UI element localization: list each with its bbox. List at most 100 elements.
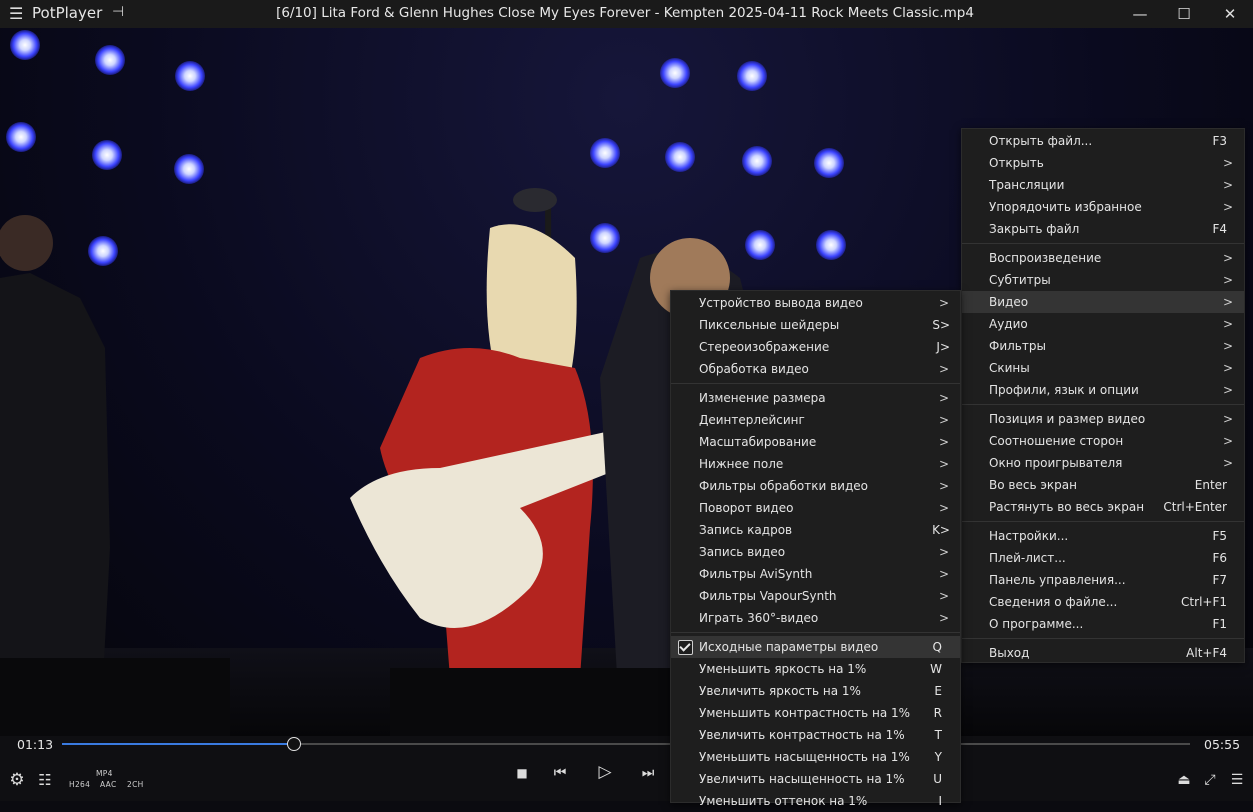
menu-item[interactable]: Упорядочить избранное > bbox=[962, 196, 1244, 218]
menu-item[interactable]: Скины > bbox=[962, 357, 1244, 379]
fullscreen-icon[interactable]: ⤢ bbox=[1201, 771, 1219, 789]
settings-gear-icon[interactable]: ⚙ bbox=[8, 771, 26, 789]
menu-item-label: Трансляции bbox=[989, 178, 1065, 192]
submenu-item-label: Увеличить яркость на 1% bbox=[699, 684, 861, 698]
menu-item-label: Профили, язык и опции bbox=[989, 383, 1139, 397]
menu-icon[interactable]: ☰ bbox=[9, 5, 27, 23]
menu-item[interactable]: О программе... F1 bbox=[962, 613, 1244, 635]
submenu-item[interactable]: Фильтры VapourSynth > bbox=[671, 585, 960, 607]
menu-item[interactable]: Окно проигрывателя > bbox=[962, 452, 1244, 474]
submenu-item[interactable]: Нижнее поле > bbox=[671, 453, 960, 475]
menu-item[interactable]: Выход Alt+F4 bbox=[962, 642, 1244, 664]
submenu-item-label: Стереоизображение bbox=[699, 340, 830, 354]
submenu-item[interactable]: Запись видео > bbox=[671, 541, 960, 563]
submenu-item-label: Уменьшить яркость на 1% bbox=[699, 662, 867, 676]
menu-item[interactable]: Открыть файл... F3 bbox=[962, 130, 1244, 152]
next-icon[interactable]: ⏭ bbox=[639, 764, 657, 782]
format-video: H264 bbox=[69, 780, 91, 789]
menu-item-shortcut: Alt+F4 bbox=[1186, 646, 1227, 660]
submenu-arrow-icon: > bbox=[1222, 273, 1233, 287]
maximize-button[interactable]: ☐ bbox=[1174, 4, 1194, 24]
menu-separator bbox=[962, 243, 1244, 244]
app-name[interactable]: PotPlayer bbox=[32, 4, 102, 22]
submenu-item[interactable]: Уменьшить контрастность на 1% R bbox=[671, 702, 960, 724]
menu-item[interactable]: Профили, язык и опции > bbox=[962, 379, 1244, 401]
seek-handle[interactable] bbox=[286, 737, 301, 751]
submenu-arrow-icon: > bbox=[1222, 295, 1233, 309]
playlist-icon[interactable]: ☰ bbox=[1228, 771, 1246, 789]
menu-item-label: Панель управления... bbox=[989, 573, 1126, 587]
menu-item[interactable]: Растянуть во весь экран Ctrl+Enter bbox=[962, 496, 1244, 518]
menu-item-label: Растянуть во весь экран bbox=[989, 500, 1145, 514]
submenu-item[interactable]: Деинтерлейсинг > bbox=[671, 409, 960, 431]
minimize-button[interactable]: — bbox=[1130, 4, 1150, 24]
video-submenu: Устройство вывода видео > Пиксельные шейде… bbox=[670, 290, 961, 808]
pin-icon[interactable]: ⊣ bbox=[112, 4, 124, 20]
control-bar bbox=[0, 736, 1253, 801]
submenu-arrow-icon: > bbox=[938, 589, 949, 603]
menu-item-label: Упорядочить избранное bbox=[989, 200, 1142, 214]
submenu-item-label: Фильтры VapourSynth bbox=[699, 589, 837, 603]
submenu-item[interactable]: Уменьшить яркость на 1% W bbox=[671, 658, 960, 680]
equalizer-icon[interactable]: ☷ bbox=[36, 771, 54, 789]
menu-item-label: Закрыть файл bbox=[989, 222, 1080, 236]
submenu-item[interactable]: Поворот видео > bbox=[671, 497, 960, 519]
submenu-item-label: Поворот видео bbox=[699, 501, 794, 515]
menu-item-label: Соотношение сторон bbox=[989, 434, 1124, 448]
submenu-item[interactable]: Увеличить насыщенность на 1% U bbox=[671, 768, 960, 790]
menu-item-label: Плей-лист... bbox=[989, 551, 1066, 565]
menu-item[interactable]: Субтитры > bbox=[962, 269, 1244, 291]
menu-item[interactable]: Закрыть файл F4 bbox=[962, 218, 1244, 240]
submenu-item[interactable]: Увеличить яркость на 1% E bbox=[671, 680, 960, 702]
submenu-item[interactable]: Уменьшить насыщенность на 1% Y bbox=[671, 746, 960, 768]
submenu-item[interactable]: Изменение размера > bbox=[671, 387, 960, 409]
submenu-arrow-icon: > bbox=[1222, 456, 1233, 470]
menu-item-label: Позиция и размер видео bbox=[989, 412, 1146, 426]
submenu-arrow-icon: > bbox=[938, 296, 949, 310]
menu-item[interactable]: Позиция и размер видео > bbox=[962, 408, 1244, 430]
submenu-item-shortcut: Y bbox=[934, 750, 942, 764]
eject-icon[interactable]: ⏏ bbox=[1175, 771, 1193, 789]
submenu-arrow-icon: > bbox=[938, 391, 949, 405]
menu-separator bbox=[671, 632, 960, 633]
submenu-item[interactable]: Обработка видео > bbox=[671, 358, 960, 380]
submenu-item[interactable]: Уменьшить оттенок на 1% I bbox=[671, 790, 960, 812]
submenu-item-label: Устройство вывода видео bbox=[699, 296, 863, 310]
menu-item[interactable]: Плей-лист... F6 bbox=[962, 547, 1244, 569]
menu-item-shortcut: F7 bbox=[1212, 573, 1227, 587]
format-channels: 2CH bbox=[127, 780, 144, 789]
menu-item[interactable]: Настройки... F5 bbox=[962, 525, 1244, 547]
menu-item[interactable]: Трансляции > bbox=[962, 174, 1244, 196]
previous-icon[interactable]: ⏮ bbox=[551, 764, 569, 782]
menu-item[interactable]: Соотношение сторон > bbox=[962, 430, 1244, 452]
submenu-item[interactable]: Фильтры обработки видео > bbox=[671, 475, 960, 497]
submenu-item-label: Уменьшить контрастность на 1% bbox=[699, 706, 911, 720]
seek-progress bbox=[62, 743, 294, 745]
submenu-item-label: Уменьшить оттенок на 1% bbox=[699, 794, 868, 808]
submenu-item-label: Деинтерлейсинг bbox=[699, 413, 805, 427]
submenu-item[interactable]: Масштабирование > bbox=[671, 431, 960, 453]
close-button[interactable]: ✕ bbox=[1220, 4, 1240, 24]
menu-item[interactable]: Фильтры > bbox=[962, 335, 1244, 357]
menu-item[interactable]: Видео > bbox=[962, 291, 1244, 313]
menu-item-shortcut: F1 bbox=[1212, 617, 1227, 631]
submenu-item-label: Фильтры AviSynth bbox=[699, 567, 813, 581]
menu-item[interactable]: Сведения о файле... Ctrl+F1 bbox=[962, 591, 1244, 613]
submenu-item[interactable]: Увеличить контрастность на 1% T bbox=[671, 724, 960, 746]
menu-item[interactable]: Воспроизведение > bbox=[962, 247, 1244, 269]
play-icon[interactable]: ▷ bbox=[595, 763, 615, 781]
submenu-item[interactable]: Пиксельные шейдеры S> bbox=[671, 314, 960, 336]
menu-item-label: Сведения о файле... bbox=[989, 595, 1118, 609]
submenu-item[interactable]: Запись кадров K> bbox=[671, 519, 960, 541]
menu-item[interactable]: Панель управления... F7 bbox=[962, 569, 1244, 591]
submenu-item[interactable]: Исходные параметры видео Q bbox=[671, 636, 960, 658]
submenu-item[interactable]: Фильтры AviSynth > bbox=[671, 563, 960, 585]
menu-item[interactable]: Аудио > bbox=[962, 313, 1244, 335]
menu-item[interactable]: Открыть > bbox=[962, 152, 1244, 174]
submenu-item[interactable]: Устройство вывода видео > bbox=[671, 292, 960, 314]
menu-item[interactable]: Во весь экран Enter bbox=[962, 474, 1244, 496]
submenu-item[interactable]: Играть 360°-видео > bbox=[671, 607, 960, 629]
stop-icon[interactable]: ■ bbox=[514, 764, 530, 782]
submenu-item[interactable]: Стереоизображение J> bbox=[671, 336, 960, 358]
menu-item-label: Настройки... bbox=[989, 529, 1069, 543]
